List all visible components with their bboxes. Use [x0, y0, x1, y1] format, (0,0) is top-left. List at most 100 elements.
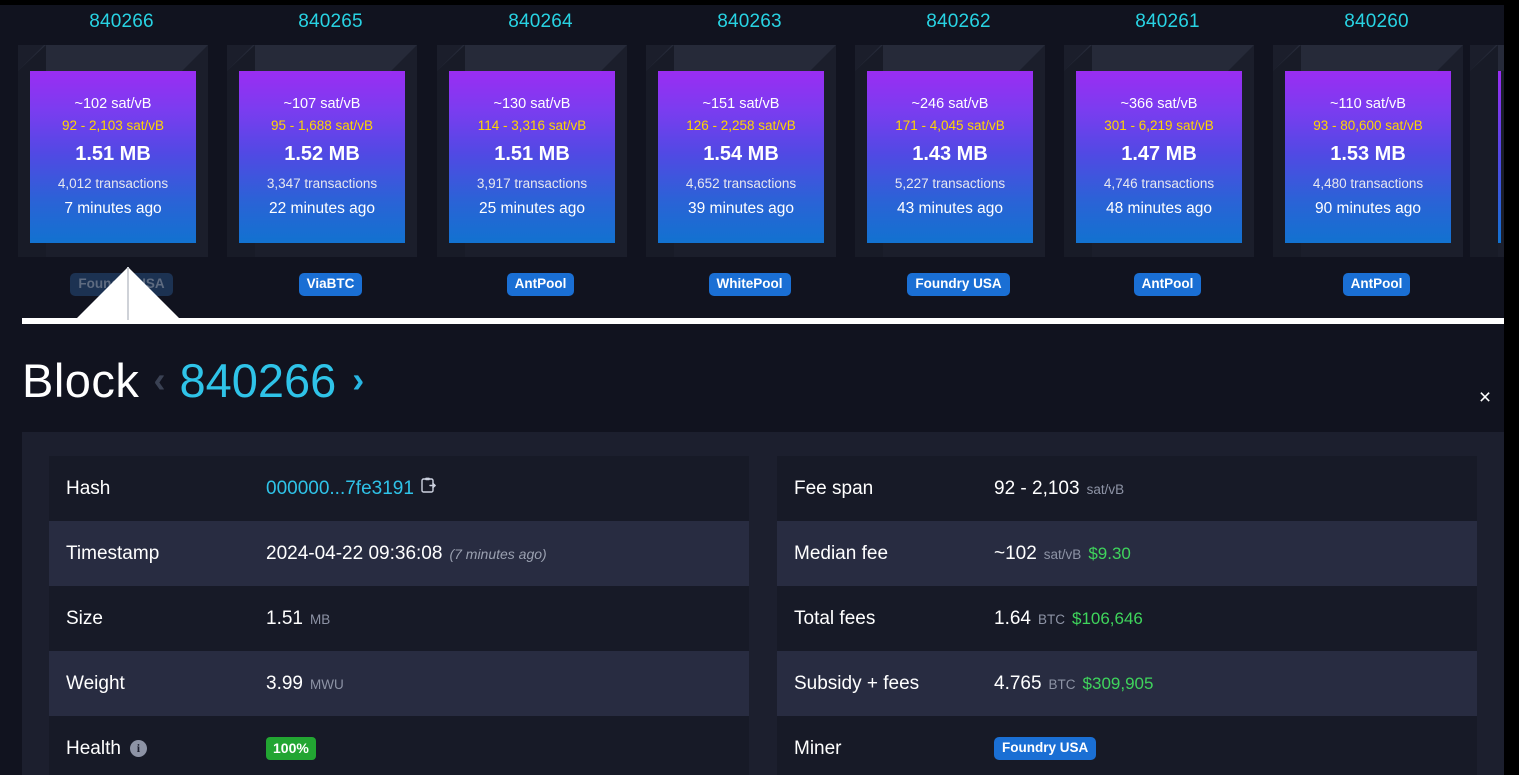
next-block-icon[interactable]: › — [352, 360, 364, 400]
mining-pool-badge[interactable]: WhitePool — [709, 273, 791, 296]
block-fee-span: 92 - 2,103 sat/vB — [62, 116, 164, 135]
median-fee-unit: sat/vB — [1044, 547, 1082, 562]
selected-block-pointer-seam — [127, 267, 129, 320]
block-shell-top-face — [1273, 45, 1463, 71]
block-size: 1.51 MB — [75, 140, 151, 169]
block-front-face[interactable]: ~151 sat/vB 126 - 2,258 sat/vB 1.54 MB 4… — [658, 71, 824, 243]
copy-icon[interactable] — [421, 477, 437, 494]
block-card[interactable]: 840260 ~110 sat/vB 93 - 80,600 sat/vB 1.… — [1272, 5, 1481, 305]
block-detail-height: 840266 — [179, 353, 336, 408]
block-card[interactable]: 840265 ~107 sat/vB 95 - 1,688 sat/vB 1.5… — [226, 5, 435, 305]
block-size: 1.47 MB — [1121, 140, 1197, 169]
mining-pool-badge[interactable]: AntPool — [1343, 273, 1411, 296]
weight-value: 3.99 — [266, 673, 303, 695]
block-3d-shape[interactable]: ~130 sat/vB 114 - 3,316 sat/vB 1.51 MB 3… — [436, 45, 645, 257]
info-icon[interactable]: i — [130, 740, 147, 757]
block-height-link[interactable]: 840261 — [1063, 11, 1272, 33]
mining-pool-badge[interactable]: ViaBTC — [299, 273, 363, 296]
detail-label: Subsidy + fees — [794, 673, 994, 695]
block-shell-top-face — [1064, 45, 1254, 71]
detail-row-fee-span: Fee span 92 - 2,103 sat/vB — [777, 456, 1477, 521]
close-icon[interactable]: × — [1474, 387, 1496, 409]
block-card[interactable]: 840266 ~102 sat/vB 92 - 2,103 sat/vB 1.5… — [17, 5, 226, 305]
block-height-link[interactable]: 840262 — [854, 11, 1063, 33]
block-front-face[interactable]: ~130 sat/vB 114 - 3,316 sat/vB 1.51 MB 3… — [449, 71, 615, 243]
detail-label: Size — [66, 608, 266, 630]
total-fees-value: 1.64 — [994, 608, 1031, 630]
pool-badge-container: AntPool — [436, 273, 645, 296]
block-size: 1.51 MB — [494, 140, 570, 169]
miner-pool-badge[interactable]: Foundry USA — [994, 737, 1096, 760]
previous-block-icon[interactable]: ‹ — [153, 360, 165, 400]
block-front-face[interactable]: ~366 sat/vB 301 - 6,219 sat/vB 1.47 MB 4… — [1076, 71, 1242, 243]
block-median-fee: ~366 sat/vB — [1121, 94, 1198, 114]
block-detail-right-column: Fee span 92 - 2,103 sat/vB Median fee ~1… — [763, 432, 1504, 775]
block-shell-left-face — [1470, 45, 1498, 257]
block-shell-top-face — [855, 45, 1045, 71]
block-hash-link[interactable]: 000000...7fe3191 — [266, 478, 414, 500]
mining-pool-badge[interactable]: AntPool — [1134, 273, 1202, 296]
block-age: 25 minutes ago — [479, 198, 585, 220]
block-front-face[interactable]: ~102 sat/vB 92 - 2,103 sat/vB 1.51 MB 4,… — [30, 71, 196, 243]
block-fee-span: 114 - 3,316 sat/vB — [478, 116, 587, 135]
block-fee-span: 93 - 80,600 sat/vB — [1313, 116, 1423, 135]
detail-row-weight: Weight 3.99 MWU — [49, 651, 749, 716]
block-median-fee: ~130 sat/vB — [494, 94, 571, 114]
block-3d-shape[interactable]: ~102 sat/vB 92 - 2,103 sat/vB 1.51 MB 4,… — [17, 45, 226, 257]
detail-row-size: Size 1.51 MB — [49, 586, 749, 651]
block-card-partial[interactable] — [1470, 45, 1504, 257]
block-card[interactable]: 840261 ~366 sat/vB 301 - 6,219 sat/vB 1.… — [1063, 5, 1272, 305]
detail-row-subsidy-fees: Subsidy + fees 4.765 BTC $309,905 — [777, 651, 1477, 716]
page-container: 840266 ~102 sat/vB 92 - 2,103 sat/vB 1.5… — [0, 5, 1504, 775]
block-card[interactable]: 840263 ~151 sat/vB 126 - 2,258 sat/vB 1.… — [645, 5, 854, 305]
block-height-link[interactable]: 840263 — [645, 11, 854, 33]
block-median-fee: ~102 sat/vB — [75, 94, 152, 114]
mining-pool-badge[interactable]: AntPool — [507, 273, 575, 296]
block-height-link[interactable]: 840260 — [1272, 11, 1481, 33]
block-3d-shape[interactable]: ~110 sat/vB 93 - 80,600 sat/vB 1.53 MB 4… — [1272, 45, 1481, 257]
block-shell-top-face — [227, 45, 417, 71]
detail-label: Hash — [66, 478, 266, 500]
block-fee-span: 95 - 1,688 sat/vB — [271, 116, 373, 135]
detail-row-miner: Miner Foundry USA — [777, 716, 1477, 775]
block-card[interactable]: 840262 ~246 sat/vB 171 - 4,045 sat/vB 1.… — [854, 5, 1063, 305]
subsidy-unit: BTC — [1049, 677, 1076, 692]
detail-row-total-fees: Total fees 1.64 BTC $106,646 — [777, 586, 1477, 651]
detail-label: Miner — [794, 738, 994, 760]
subsidy-fiat: $309,905 — [1083, 674, 1154, 694]
pool-badge-container: WhitePool — [645, 273, 854, 296]
block-3d-shape[interactable]: ~246 sat/vB 171 - 4,045 sat/vB 1.43 MB 5… — [854, 45, 1063, 257]
block-median-fee: ~246 sat/vB — [912, 94, 989, 114]
block-size: 1.53 MB — [1330, 140, 1406, 169]
timestamp-relative: (7 minutes ago) — [449, 546, 546, 562]
block-front-face[interactable]: ~246 sat/vB 171 - 4,045 sat/vB 1.43 MB 5… — [867, 71, 1033, 243]
block-age: 22 minutes ago — [269, 198, 375, 220]
fee-span-value: 92 - 2,103 — [994, 478, 1080, 500]
weight-unit: MWU — [310, 677, 344, 692]
detail-value: 1.64 BTC $106,646 — [994, 608, 1143, 630]
block-3d-shape[interactable]: ~107 sat/vB 95 - 1,688 sat/vB 1.52 MB 3,… — [226, 45, 435, 257]
block-front-face[interactable]: ~110 sat/vB 93 - 80,600 sat/vB 1.53 MB 4… — [1285, 71, 1451, 243]
app-root: 840266 ~102 sat/vB 92 - 2,103 sat/vB 1.5… — [0, 0, 1519, 775]
block-front-face — [1498, 71, 1501, 243]
mining-pool-badge[interactable]: Foundry USA — [907, 273, 1009, 296]
block-median-fee: ~110 sat/vB — [1330, 94, 1406, 114]
detail-row-health: Health i 100% — [49, 716, 749, 775]
block-fee-span: 171 - 4,045 sat/vB — [895, 116, 1005, 135]
block-fee-span: 126 - 2,258 sat/vB — [686, 116, 796, 135]
block-height-link[interactable]: 840266 — [17, 11, 226, 33]
subsidy-value: 4.765 — [994, 673, 1042, 695]
block-front-face[interactable]: ~107 sat/vB 95 - 1,688 sat/vB 1.52 MB 3,… — [239, 71, 405, 243]
pool-badge-container: AntPool — [1272, 273, 1481, 296]
detail-value: 100% — [266, 737, 316, 760]
block-height-link[interactable]: 840264 — [436, 11, 645, 33]
block-3d-shape[interactable]: ~366 sat/vB 301 - 6,219 sat/vB 1.47 MB 4… — [1063, 45, 1272, 257]
block-transaction-count: 4,746 transactions — [1104, 174, 1214, 193]
block-3d-shape[interactable]: ~151 sat/vB 126 - 2,258 sat/vB 1.54 MB 4… — [645, 45, 854, 257]
health-label-text: Health — [66, 738, 121, 760]
total-fees-fiat: $106,646 — [1072, 609, 1143, 629]
detail-label: Weight — [66, 673, 266, 695]
block-height-link[interactable]: 840265 — [226, 11, 435, 33]
block-card[interactable]: 840264 ~130 sat/vB 114 - 3,316 sat/vB 1.… — [436, 5, 645, 305]
pool-badge-container: Foundry USA — [854, 273, 1063, 296]
